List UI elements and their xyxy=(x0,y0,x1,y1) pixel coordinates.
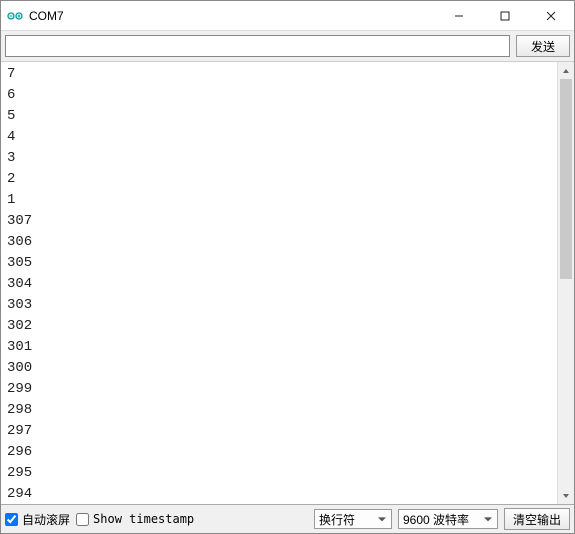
autoscroll-label: 自动滚屏 xyxy=(22,511,70,528)
scroll-thumb[interactable] xyxy=(560,79,572,279)
close-button[interactable] xyxy=(528,1,574,31)
line-ending-select[interactable]: 换行符 xyxy=(314,509,392,529)
timestamp-checkbox[interactable]: Show timestamp xyxy=(76,512,194,526)
line-ending-value: 换行符 xyxy=(319,511,355,528)
send-input[interactable] xyxy=(5,35,510,57)
window-title: COM7 xyxy=(29,9,436,23)
minimize-button[interactable] xyxy=(436,1,482,31)
autoscroll-input[interactable] xyxy=(5,513,18,526)
clear-output-button[interactable]: 清空输出 xyxy=(504,508,570,530)
scroll-up-button[interactable] xyxy=(558,62,574,79)
autoscroll-checkbox[interactable]: 自动滚屏 xyxy=(5,511,70,528)
arduino-icon xyxy=(7,8,23,24)
baud-select[interactable]: 9600 波特率 xyxy=(398,509,498,529)
console-wrap: 7 6 5 4 3 2 1 307 306 305 304 303 302 30… xyxy=(1,62,574,505)
vertical-scrollbar[interactable] xyxy=(557,62,574,504)
scroll-track[interactable] xyxy=(558,79,574,487)
send-button[interactable]: 发送 xyxy=(516,35,570,57)
scroll-down-button[interactable] xyxy=(558,487,574,504)
timestamp-label: Show timestamp xyxy=(93,512,194,526)
baud-value: 9600 波特率 xyxy=(403,511,469,528)
console-output: 7 6 5 4 3 2 1 307 306 305 304 303 302 30… xyxy=(1,62,557,504)
maximize-button[interactable] xyxy=(482,1,528,31)
titlebar: COM7 xyxy=(1,1,574,31)
input-bar: 发送 xyxy=(1,31,574,62)
status-bar: 自动滚屏 Show timestamp 换行符 9600 波特率 清空输出 xyxy=(1,505,574,533)
timestamp-input[interactable] xyxy=(76,513,89,526)
